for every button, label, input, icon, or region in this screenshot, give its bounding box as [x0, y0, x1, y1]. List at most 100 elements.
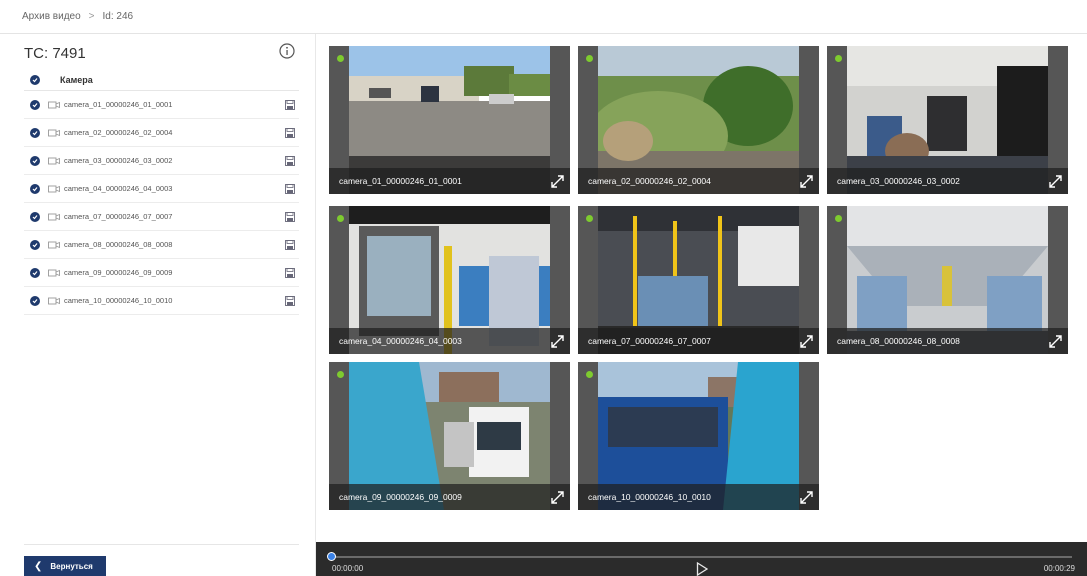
total-time: 00:00:29: [1043, 564, 1075, 573]
status-indicator: [337, 55, 344, 62]
save-icon[interactable]: [285, 183, 295, 194]
camera-checkbox[interactable]: [30, 239, 40, 250]
video-caption: camera_09_00000246_09_0009: [329, 484, 570, 510]
chevron-left-icon: ❮: [34, 560, 43, 572]
video-caption: camera_02_00000246_02_0004: [578, 168, 819, 194]
expand-icon[interactable]: [550, 334, 565, 349]
camera-name: camera_07_00000246_07_0007: [64, 212, 173, 221]
video-title: camera_09_00000246_09_0009: [339, 492, 462, 502]
camera-list-item[interactable]: camera_08_00000246_08_0008: [24, 231, 299, 259]
vehicle-title: ТС: 7491: [24, 45, 86, 62]
status-indicator: [337, 215, 344, 222]
camera-list-header: Камера: [24, 70, 299, 91]
play-icon[interactable]: [696, 562, 708, 576]
camera-checkbox[interactable]: [30, 267, 40, 278]
back-button-label: Вернуться: [50, 561, 93, 571]
video-caption: camera_04_00000246_04_0003: [329, 328, 570, 354]
camera-name: camera_09_00000246_09_0009: [64, 268, 173, 277]
video-tile[interactable]: camera_10_00000246_10_0010: [578, 362, 819, 510]
camera-checkbox[interactable]: [30, 183, 40, 194]
camera-checkbox[interactable]: [30, 211, 40, 222]
camera-name: camera_01_00000246_01_0001: [64, 100, 173, 109]
camera-list-item[interactable]: camera_07_00000246_07_0007: [24, 203, 299, 231]
video-camera-icon: [48, 297, 60, 304]
save-icon[interactable]: [285, 295, 295, 306]
divider: [24, 544, 299, 545]
save-icon[interactable]: [285, 127, 295, 138]
select-all-checkbox[interactable]: [30, 75, 40, 85]
save-icon[interactable]: [285, 211, 295, 222]
video-camera-icon: [48, 269, 60, 276]
video-tile[interactable]: camera_01_00000246_01_0001: [329, 46, 570, 194]
video-caption: camera_01_00000246_01_0001: [329, 168, 570, 194]
check-icon: [32, 298, 38, 303]
camera-list-item[interactable]: camera_01_00000246_01_0001: [24, 91, 299, 119]
camera-column-header: Камера: [60, 75, 93, 85]
video-tile[interactable]: camera_07_00000246_07_0007: [578, 206, 819, 354]
expand-icon[interactable]: [1048, 334, 1063, 349]
camera-checkbox[interactable]: [30, 99, 40, 110]
expand-icon[interactable]: [799, 174, 814, 189]
video-camera-icon: [48, 213, 60, 220]
camera-list-item[interactable]: camera_02_00000246_02_0004: [24, 119, 299, 147]
video-title: camera_08_00000246_08_0008: [837, 336, 960, 346]
expand-icon[interactable]: [799, 334, 814, 349]
video-title: camera_04_00000246_04_0003: [339, 336, 462, 346]
timeline-slider-thumb[interactable]: [327, 552, 336, 561]
status-indicator: [835, 55, 842, 62]
camera-list-item[interactable]: camera_03_00000246_03_0002: [24, 147, 299, 175]
video-caption: camera_07_00000246_07_0007: [578, 328, 819, 354]
camera-list-item[interactable]: camera_09_00000246_09_0009: [24, 259, 299, 287]
video-caption: camera_10_00000246_10_0010: [578, 484, 819, 510]
camera-name: camera_03_00000246_03_0002: [64, 156, 173, 165]
video-caption: camera_03_00000246_03_0002: [827, 168, 1068, 194]
video-tile[interactable]: camera_03_00000246_03_0002: [827, 46, 1068, 194]
camera-name: camera_08_00000246_08_0008: [64, 240, 173, 249]
save-icon[interactable]: [285, 155, 295, 166]
status-indicator: [337, 371, 344, 378]
breadcrumb: Архив видео > Id: 246: [0, 0, 1087, 34]
video-caption: camera_08_00000246_08_0008: [827, 328, 1068, 354]
breadcrumb-current: Id: 246: [102, 11, 134, 22]
info-icon[interactable]: [279, 43, 295, 59]
video-tile[interactable]: camera_09_00000246_09_0009: [329, 362, 570, 510]
back-button[interactable]: ❮ Вернуться: [24, 556, 106, 576]
save-icon[interactable]: [285, 99, 295, 110]
check-icon: [32, 130, 38, 135]
current-time: 00:00:00: [332, 564, 364, 573]
camera-list-item[interactable]: camera_04_00000246_04_0003: [24, 175, 299, 203]
camera-list: Камера camera_01_00000246_01_0001 camera_…: [24, 70, 299, 315]
expand-icon[interactable]: [1048, 174, 1063, 189]
status-indicator: [835, 215, 842, 222]
camera-list-item[interactable]: camera_10_00000246_10_0010: [24, 287, 299, 315]
check-icon: [32, 102, 38, 107]
timeline-track[interactable]: [330, 556, 1072, 558]
breadcrumb-separator: >: [88, 11, 95, 22]
save-icon[interactable]: [285, 239, 295, 250]
status-indicator: [586, 55, 593, 62]
video-camera-icon: [48, 241, 60, 248]
breadcrumb-root-link[interactable]: Архив видео: [22, 11, 81, 22]
camera-checkbox[interactable]: [30, 127, 40, 138]
expand-icon[interactable]: [799, 490, 814, 505]
video-tile[interactable]: camera_02_00000246_02_0004: [578, 46, 819, 194]
check-icon: [32, 186, 38, 191]
video-tile[interactable]: camera_04_00000246_04_0003: [329, 206, 570, 354]
check-icon: [32, 78, 38, 83]
camera-checkbox[interactable]: [30, 295, 40, 306]
check-icon: [32, 242, 38, 247]
camera-checkbox[interactable]: [30, 155, 40, 166]
video-camera-icon: [48, 101, 60, 108]
video-tile[interactable]: camera_08_00000246_08_0008: [827, 206, 1068, 354]
sidebar: ТС: 7491 Камера camera_01_00000246_01_00…: [0, 34, 316, 576]
camera-name: camera_10_00000246_10_0010: [64, 296, 173, 305]
video-grid: camera_01_00000246_01_0001 camera_02_0000…: [316, 34, 1087, 542]
check-icon: [32, 158, 38, 163]
video-camera-icon: [48, 157, 60, 164]
expand-icon[interactable]: [550, 490, 565, 505]
expand-icon[interactable]: [550, 174, 565, 189]
status-indicator: [586, 371, 593, 378]
video-camera-icon: [48, 185, 60, 192]
video-title: camera_10_00000246_10_0010: [588, 492, 711, 502]
save-icon[interactable]: [285, 267, 295, 278]
